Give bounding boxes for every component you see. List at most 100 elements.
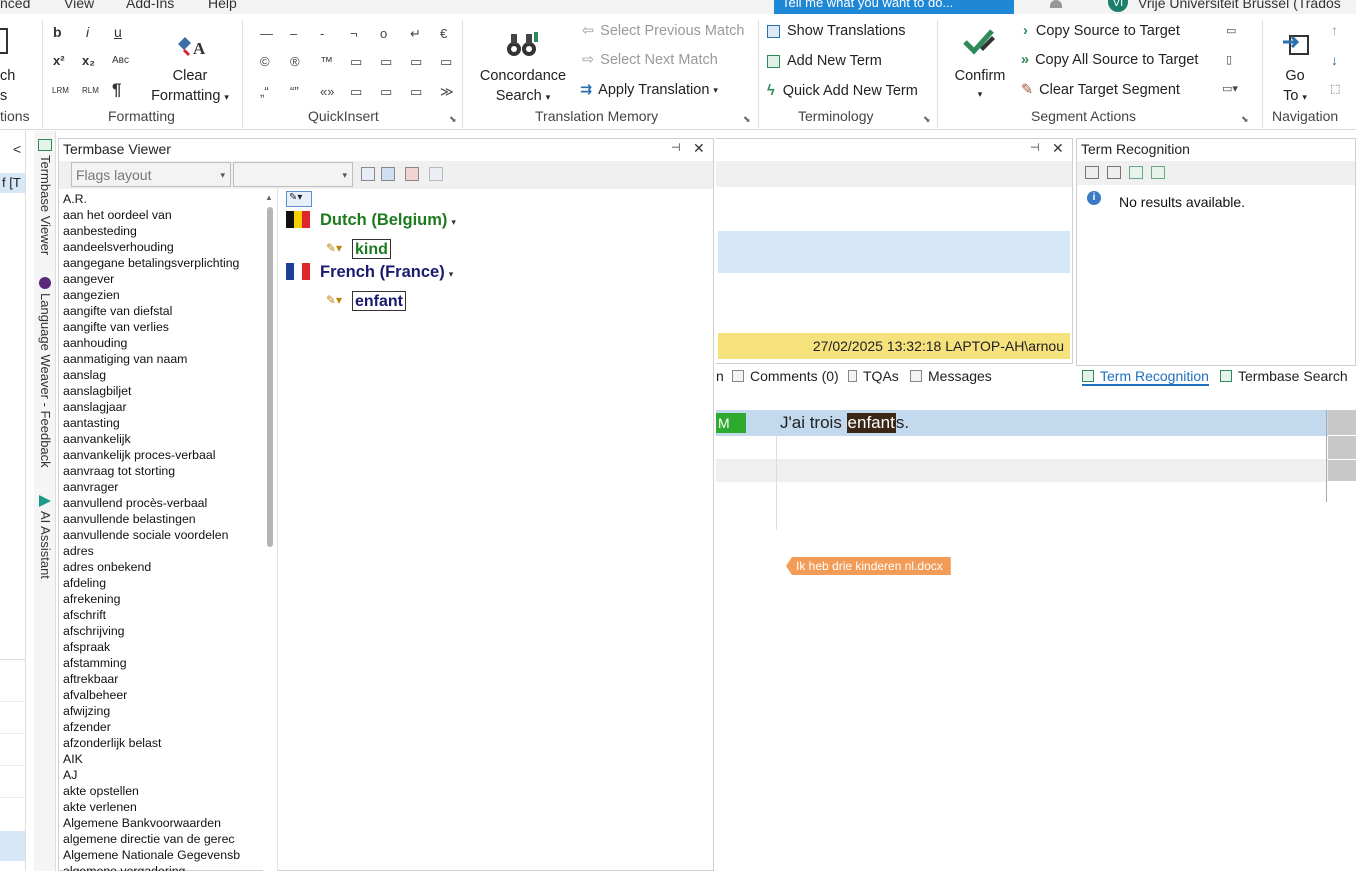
scrollbar-thumb[interactable] [267, 207, 273, 547]
go-to-button[interactable]: To ▾ [1270, 86, 1320, 107]
termbase-settings-icon[interactable] [1151, 166, 1165, 179]
term-list-item[interactable]: aangever [59, 271, 261, 287]
term-list-item[interactable]: aanhouding [59, 335, 261, 351]
quickinsert-symbol-button[interactable]: ▭ [410, 54, 422, 70]
copy-source-to-target-button[interactable]: › Copy Source to Target [1023, 23, 1180, 39]
underline-button[interactable]: u [114, 24, 122, 40]
quickinsert-symbol-button[interactable]: «» [320, 84, 334, 99]
arrow-up-icon[interactable]: ↑ [1331, 22, 1338, 38]
save-entry-icon[interactable] [381, 167, 395, 181]
pin-icon[interactable]: ⊣ [1030, 141, 1040, 154]
term-list-item[interactable]: aandeelsverhouding [59, 239, 261, 255]
pilcrow-button[interactable]: ¶ [112, 80, 121, 100]
dropdown-caret-icon[interactable]: ▾ [944, 84, 1016, 104]
term-list-item[interactable]: aan het oordeel van [59, 207, 261, 223]
layout-combo[interactable]: Flags layout ▾ [71, 162, 231, 187]
show-translations-button[interactable]: Show Translations [767, 23, 905, 39]
term-list-item[interactable]: aftrekbaar [59, 671, 261, 687]
smallcaps-button[interactable]: Aʙᴄ [112, 55, 129, 66]
discard-entry-icon[interactable] [429, 167, 443, 181]
go-to-label-1[interactable]: Go [1270, 66, 1320, 86]
segment-row-active[interactable]: M J'ai trois enfant s. [716, 410, 1328, 436]
quickinsert-symbol-button[interactable]: ▭ [440, 54, 452, 70]
concordance-label-1[interactable]: Concordance [474, 66, 572, 86]
status-column[interactable] [1328, 460, 1356, 482]
term-list-item[interactable]: algemene vergadering [59, 863, 261, 871]
term-list-item[interactable]: adres [59, 543, 261, 559]
quickinsert-symbol-button[interactable]: ≫ [440, 84, 454, 100]
term-list-item[interactable]: afschrijving [59, 623, 261, 639]
selected-row[interactable] [0, 831, 25, 861]
vtab-termbase-viewer[interactable]: Termbase Viewer [38, 155, 53, 255]
term-enfant[interactable]: enfant [352, 291, 406, 311]
status-column[interactable] [1328, 410, 1356, 436]
quickinsert-symbol-button[interactable]: ↵ [410, 26, 421, 42]
quickinsert-symbol-button[interactable]: - [320, 26, 324, 41]
subscript-button[interactable]: x₂ [82, 53, 95, 68]
view-entry-icon[interactable] [1085, 166, 1099, 179]
selected-match-row[interactable] [718, 231, 1070, 273]
recognized-term-highlight[interactable]: enfant [846, 413, 896, 433]
segment-row[interactable]: Ik heb drie kinderen nl.docx [716, 482, 1328, 575]
segment-row[interactable] [716, 436, 1328, 460]
term-list-item[interactable]: akte opstellen [59, 783, 261, 799]
quickinsert-symbol-button[interactable]: © [260, 54, 270, 69]
bookmark-icon[interactable]: ⬚ [1330, 82, 1340, 95]
clear-target-segment-button[interactable]: ✎ Clear Target Segment [1021, 82, 1180, 98]
quickinsert-symbol-button[interactable]: ▭ [380, 54, 392, 70]
tell-me-search[interactable]: Tell me what you want to do... [774, 0, 1014, 14]
term-kind[interactable]: kind [352, 239, 391, 259]
select-previous-match-button[interactable]: ⇦ Select Previous Match [582, 23, 744, 39]
term-list-item[interactable]: aanvankelijk proces-verbaal [59, 447, 261, 463]
pin-icon[interactable]: ⊣ [671, 141, 681, 154]
edit-entry-icon[interactable] [361, 167, 375, 181]
term-list-item[interactable]: afzonderlijk belast [59, 735, 261, 751]
edit-term-icon[interactable]: ✎▾ [326, 293, 342, 307]
change-status-icon[interactable]: ▭▾ [1222, 82, 1238, 95]
term-list-item[interactable]: aangifte van verlies [59, 319, 261, 335]
termbase-combo[interactable]: ▾ [233, 162, 353, 187]
superscript-button[interactable]: x² [53, 53, 65, 68]
menu-addins[interactable]: Add-Ins [126, 0, 174, 11]
split-segment-icon[interactable]: ▭ [1226, 24, 1236, 37]
dialog-launcher-icon[interactable]: ⬊ [1241, 114, 1249, 125]
scrollbar[interactable]: ▲ [263, 191, 277, 871]
term-list-item[interactable]: aanvullende belastingen [59, 511, 261, 527]
dialog-launcher-icon[interactable]: ⬊ [923, 114, 931, 125]
add-new-term-button[interactable]: Add New Term [767, 53, 882, 69]
copy-all-source-to-target-button[interactable]: » Copy All Source to Target [1021, 52, 1198, 68]
tab-cut[interactable]: n [716, 368, 724, 384]
rtl-mark-button[interactable]: RLM [82, 86, 99, 95]
menu-advanced[interactable]: nced [0, 0, 30, 11]
project-item[interactable]: f [T [0, 173, 25, 193]
tab-term-recognition[interactable]: Term Recognition [1082, 368, 1209, 386]
close-icon[interactable]: ✕ [693, 140, 705, 157]
term-list-item[interactable]: aanslag [59, 367, 261, 383]
arrow-down-icon[interactable]: ↓ [1331, 52, 1338, 68]
segment-row[interactable] [716, 460, 1328, 482]
status-column[interactable] [1328, 436, 1356, 460]
term-list-item[interactable]: AJ [59, 767, 261, 783]
term-list-item[interactable]: aanmatiging van naam [59, 351, 261, 367]
term-list-item[interactable]: aanslagbiljet [59, 383, 261, 399]
quickinsert-symbol-button[interactable]: ▭ [380, 84, 392, 100]
vtab-ai-assistant[interactable]: AI Assistant [38, 511, 53, 579]
bell-icon[interactable] [1050, 0, 1062, 8]
term-list-item[interactable]: afzender [59, 719, 261, 735]
quickinsert-symbol-button[interactable]: ▭ [350, 84, 362, 100]
language-french-france[interactable]: French (France) ▾ [320, 263, 453, 282]
concordance-search-button[interactable]: Search ▾ [474, 86, 572, 107]
term-list-item[interactable]: afschrift [59, 607, 261, 623]
clear-formatting-label-1[interactable]: Clear [148, 66, 232, 86]
term-list-item[interactable]: afvalbeheer [59, 687, 261, 703]
term-list-item[interactable]: aantasting [59, 415, 261, 431]
term-list-item[interactable]: aanslagjaar [59, 399, 261, 415]
vtab-language-weaver-feedback[interactable]: Language Weaver - Feedback [38, 293, 53, 468]
quickinsert-symbol-button[interactable]: ® [290, 54, 300, 69]
term-list-item[interactable]: Algemene Nationale Gegevensb [59, 847, 261, 863]
quickinsert-symbol-button[interactable]: – [290, 26, 297, 41]
quickinsert-symbol-button[interactable]: o [380, 26, 387, 41]
tab-comments[interactable]: Comments (0) [732, 368, 839, 384]
quickinsert-symbol-button[interactable]: „“ [260, 84, 269, 99]
term-list-item[interactable]: aangifte van diefstal [59, 303, 261, 319]
